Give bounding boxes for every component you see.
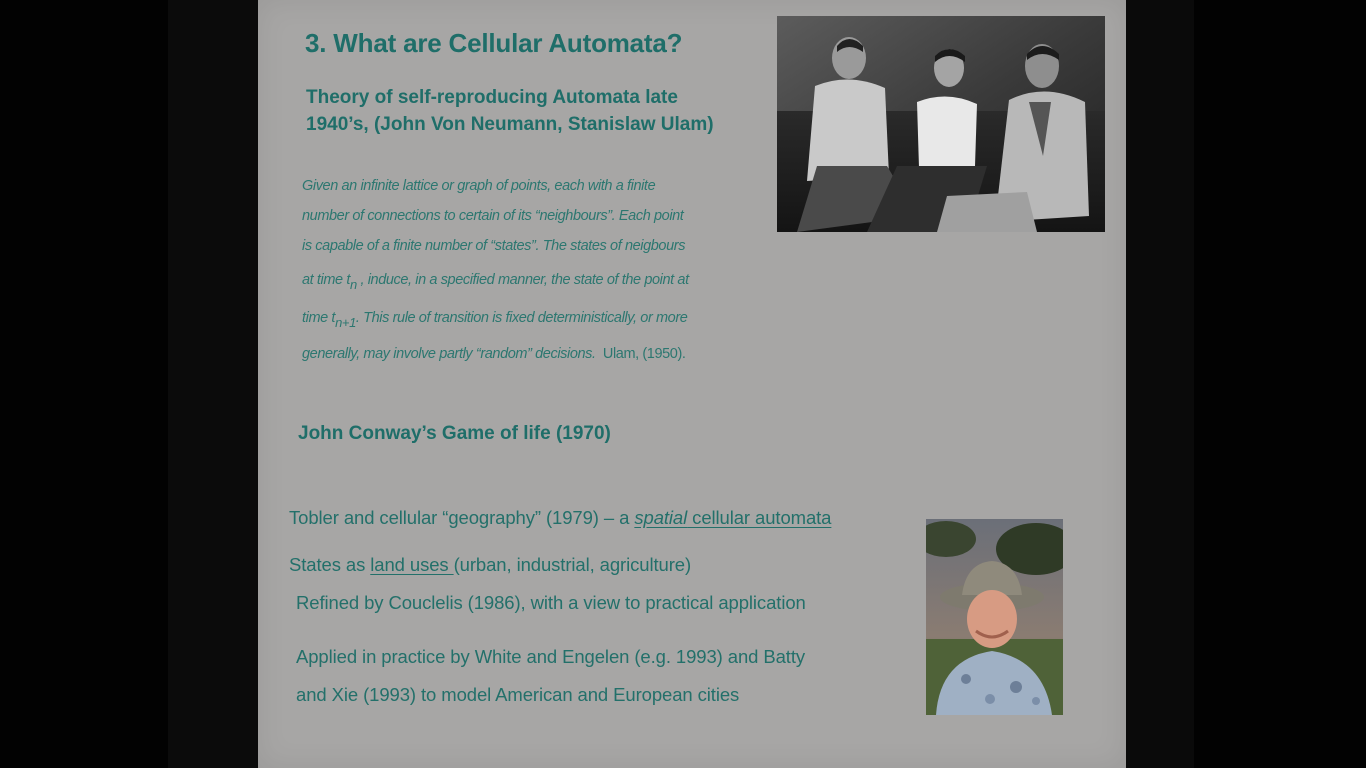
couclelis-line: Refined by Couclelis (1986), with a view… [296, 592, 806, 613]
von-neumann-ulam-photo [777, 16, 1105, 232]
quote-line-5-a: time t [302, 310, 336, 326]
states-land-uses: land uses [370, 554, 454, 575]
quote-line-5-subscript: n+1 [335, 315, 356, 330]
tobler-spatial: spatial [634, 507, 688, 528]
tobler-underlined: spatial cellular automata [634, 507, 831, 528]
quote-line-6-a: generally, may involve partly “random” d… [302, 346, 596, 362]
quote-line-6: generally, may involve partly “random” d… [302, 346, 686, 362]
states-line: States as land uses (urban, industrial, … [289, 554, 691, 576]
letterbox-right [1194, 0, 1366, 768]
quote-line-4-subscript: n [349, 277, 357, 292]
quote-line-5-b: . This rule of transition is fixed deter… [355, 310, 688, 326]
quote-line-1: Given an infinite lattice or graph of po… [302, 178, 656, 194]
states-text-b: (urban, industrial, agriculture) [453, 554, 692, 575]
letterbox-left [0, 0, 168, 768]
tobler-text-a: Tobler and cellular “geography” (1979) –… [289, 507, 635, 528]
tobler-text-b: cellular automata [687, 507, 832, 528]
states-text-a: States as [289, 554, 371, 575]
man-in-hat-photo-graphic [926, 519, 1063, 715]
presentation-slide: 3. What are Cellular Automata? Theory of… [258, 0, 1126, 768]
tobler-portrait-photo [926, 519, 1063, 715]
letterbox-left-inner [168, 0, 258, 768]
applied-line-1: Applied in practice by White and Engelen… [296, 646, 806, 667]
quote-line-2: number of connections to certain of its … [302, 208, 684, 224]
applied-line-2: and Xie (1993) to model American and Eur… [296, 684, 740, 705]
slide-subtitle: Theory of self-reproducing Automata late… [306, 84, 776, 138]
tobler-line: Tobler and cellular “geography” (1979) –… [289, 507, 831, 529]
slide-title: 3. What are Cellular Automata? [305, 28, 683, 58]
subtitle-line-2: 1940’s, (John Von Neumann, Stanislaw Ula… [306, 114, 714, 135]
quote-line-5: time tn+1. This rule of transition is fi… [302, 310, 688, 329]
quote-line-4-a: at time t [302, 272, 350, 288]
letterbox-right-inner [1126, 0, 1194, 768]
video-frame: 3. What are Cellular Automata? Theory of… [0, 0, 1366, 768]
quote-line-3: is capable of a finite number of “states… [302, 238, 686, 254]
quote-attribution: Ulam, (1950). [602, 346, 686, 362]
subtitle-line-1: Theory of self-reproducing Automata late [306, 87, 678, 108]
quote-line-4-b: , induce, in a specified manner, the sta… [356, 272, 689, 288]
three-men-photo-graphic [777, 16, 1105, 232]
quote-line-4: at time tn , induce, in a specified mann… [302, 272, 689, 291]
conway-heading: John Conway’s Game of life (1970) [298, 423, 611, 444]
